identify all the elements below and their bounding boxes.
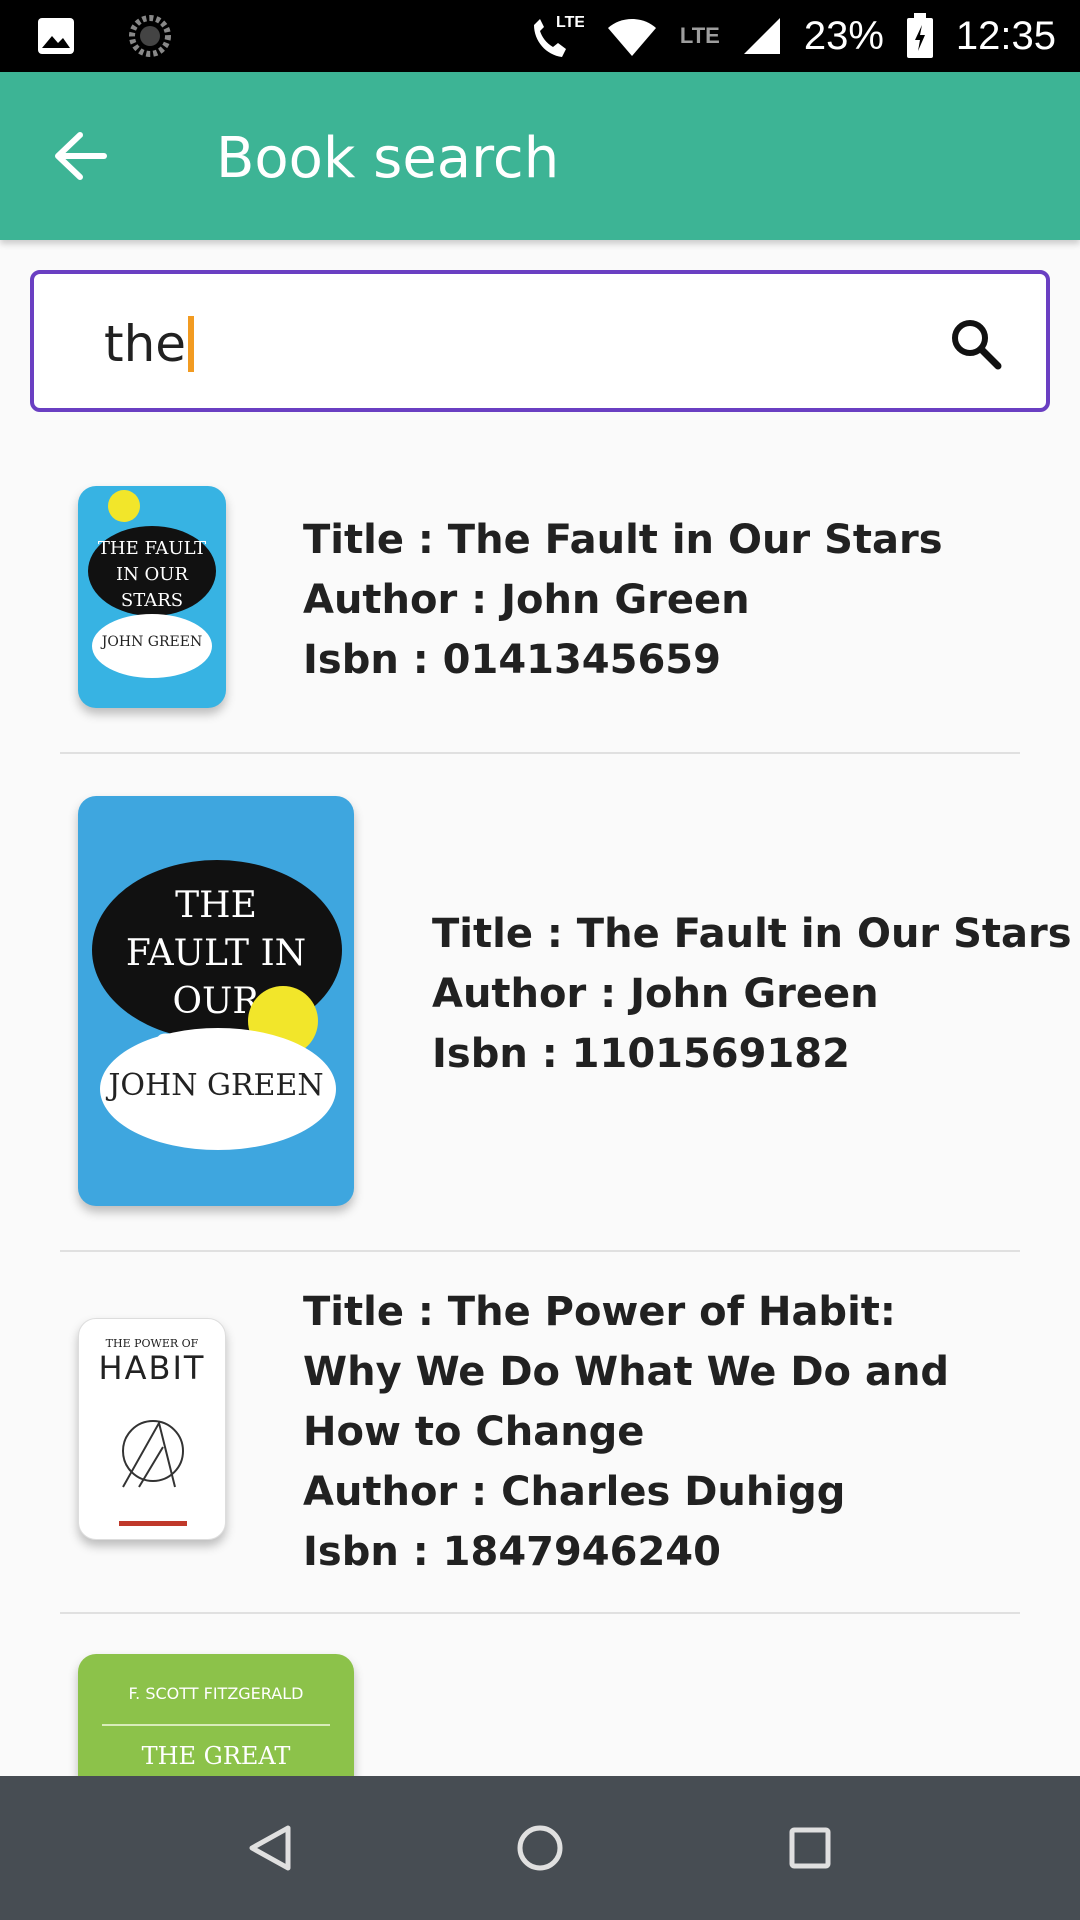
book-author: Author : Charles Duhigg xyxy=(303,1469,846,1515)
book-details: Title : The Fault in Our Stars Author : … xyxy=(432,904,1072,1084)
list-item[interactable]: THE FAULT IN OUR STARS JOHN GREEN Title … xyxy=(60,754,1072,1250)
cover-author: F. SCOTT FITZGERALD xyxy=(128,1684,304,1703)
status-bar: LTE LTE 23% 12:35 xyxy=(0,0,1080,72)
book-title: Title : The Fault in Our Stars xyxy=(303,517,943,563)
book-details: Title : The Fault in Our Stars Author : … xyxy=(303,510,943,690)
book-title: Title : The Fault in Our Stars xyxy=(432,911,1072,957)
lte-label: LTE xyxy=(679,23,720,48)
search-field[interactable]: the xyxy=(30,270,1050,412)
signal-icon xyxy=(743,18,780,54)
book-cover-image: THE FAULT IN OUR STARS JOHN GREEN xyxy=(78,796,354,1206)
list-item[interactable]: THE POWER OF HABIT Title : The Power of … xyxy=(60,1252,1020,1612)
nav-back-triangle-icon xyxy=(249,1825,291,1871)
back-button[interactable] xyxy=(40,116,120,196)
book-isbn: Isbn : 0141345659 xyxy=(303,637,721,683)
cover-illustration xyxy=(119,1420,187,1526)
book-cover-image: THE FAULT IN OUR STARS JOHN GREEN xyxy=(78,486,226,708)
phone-lte-icon: LTE xyxy=(533,14,584,57)
book-isbn: Isbn : 1101569182 xyxy=(432,1031,850,1077)
nav-home-button[interactable] xyxy=(504,1812,576,1884)
navigation-bar xyxy=(0,1776,1080,1920)
book-title-line-3: How to Change xyxy=(303,1409,645,1455)
app-bar: Book search xyxy=(0,72,1080,240)
back-arrow-icon xyxy=(55,132,107,180)
book-isbn: Isbn : 1847946240 xyxy=(303,1529,721,1575)
nav-recents-square-icon xyxy=(789,1827,831,1869)
book-title-line-1: Title : The Power of Habit: xyxy=(303,1289,896,1335)
book-cover-image: THE POWER OF HABIT xyxy=(78,1318,226,1540)
nav-home-circle-icon xyxy=(517,1825,563,1871)
book-cover-image: F. SCOTT FITZGERALD THE GREAT xyxy=(78,1654,354,1776)
cover-author: JOHN GREEN xyxy=(108,1068,324,1103)
book-details: Title : The Power of Habit: Why We Do Wh… xyxy=(303,1282,949,1582)
cover-author: JOHN GREEN xyxy=(101,634,203,650)
list-item[interactable]: F. SCOTT FITZGERALD THE GREAT xyxy=(60,1614,1020,1776)
search-icon xyxy=(952,320,1002,370)
search-button[interactable] xyxy=(946,314,1006,374)
search-input-value: the xyxy=(104,315,187,373)
clock: 12:35 xyxy=(955,13,1056,58)
nav-recents-button[interactable] xyxy=(774,1812,846,1884)
book-results-list[interactable]: THE FAULT IN OUR STARS JOHN GREEN Title … xyxy=(0,440,1080,1776)
nav-back-button[interactable] xyxy=(234,1812,306,1884)
book-author: Author : John Green xyxy=(303,577,750,623)
text-cursor xyxy=(188,316,195,372)
gallery-icon xyxy=(38,18,74,54)
battery-percent: 23% xyxy=(803,13,884,58)
page-title: Book search xyxy=(216,126,560,191)
svg-text:LTE: LTE xyxy=(556,14,584,31)
wifi-icon xyxy=(607,19,656,56)
sync-icon xyxy=(129,15,171,57)
cover-title: THE GREAT xyxy=(141,1742,291,1770)
battery-charging-icon xyxy=(906,13,933,58)
book-title-line-2: Why We Do What We Do and xyxy=(303,1349,950,1395)
book-author: Author : John Green xyxy=(432,971,879,1017)
search-input[interactable]: the xyxy=(104,304,924,384)
cover-title: THE FAULT IN OUR STARS xyxy=(97,538,207,611)
list-item[interactable]: THE FAULT IN OUR STARS JOHN GREEN Title … xyxy=(60,440,1020,750)
